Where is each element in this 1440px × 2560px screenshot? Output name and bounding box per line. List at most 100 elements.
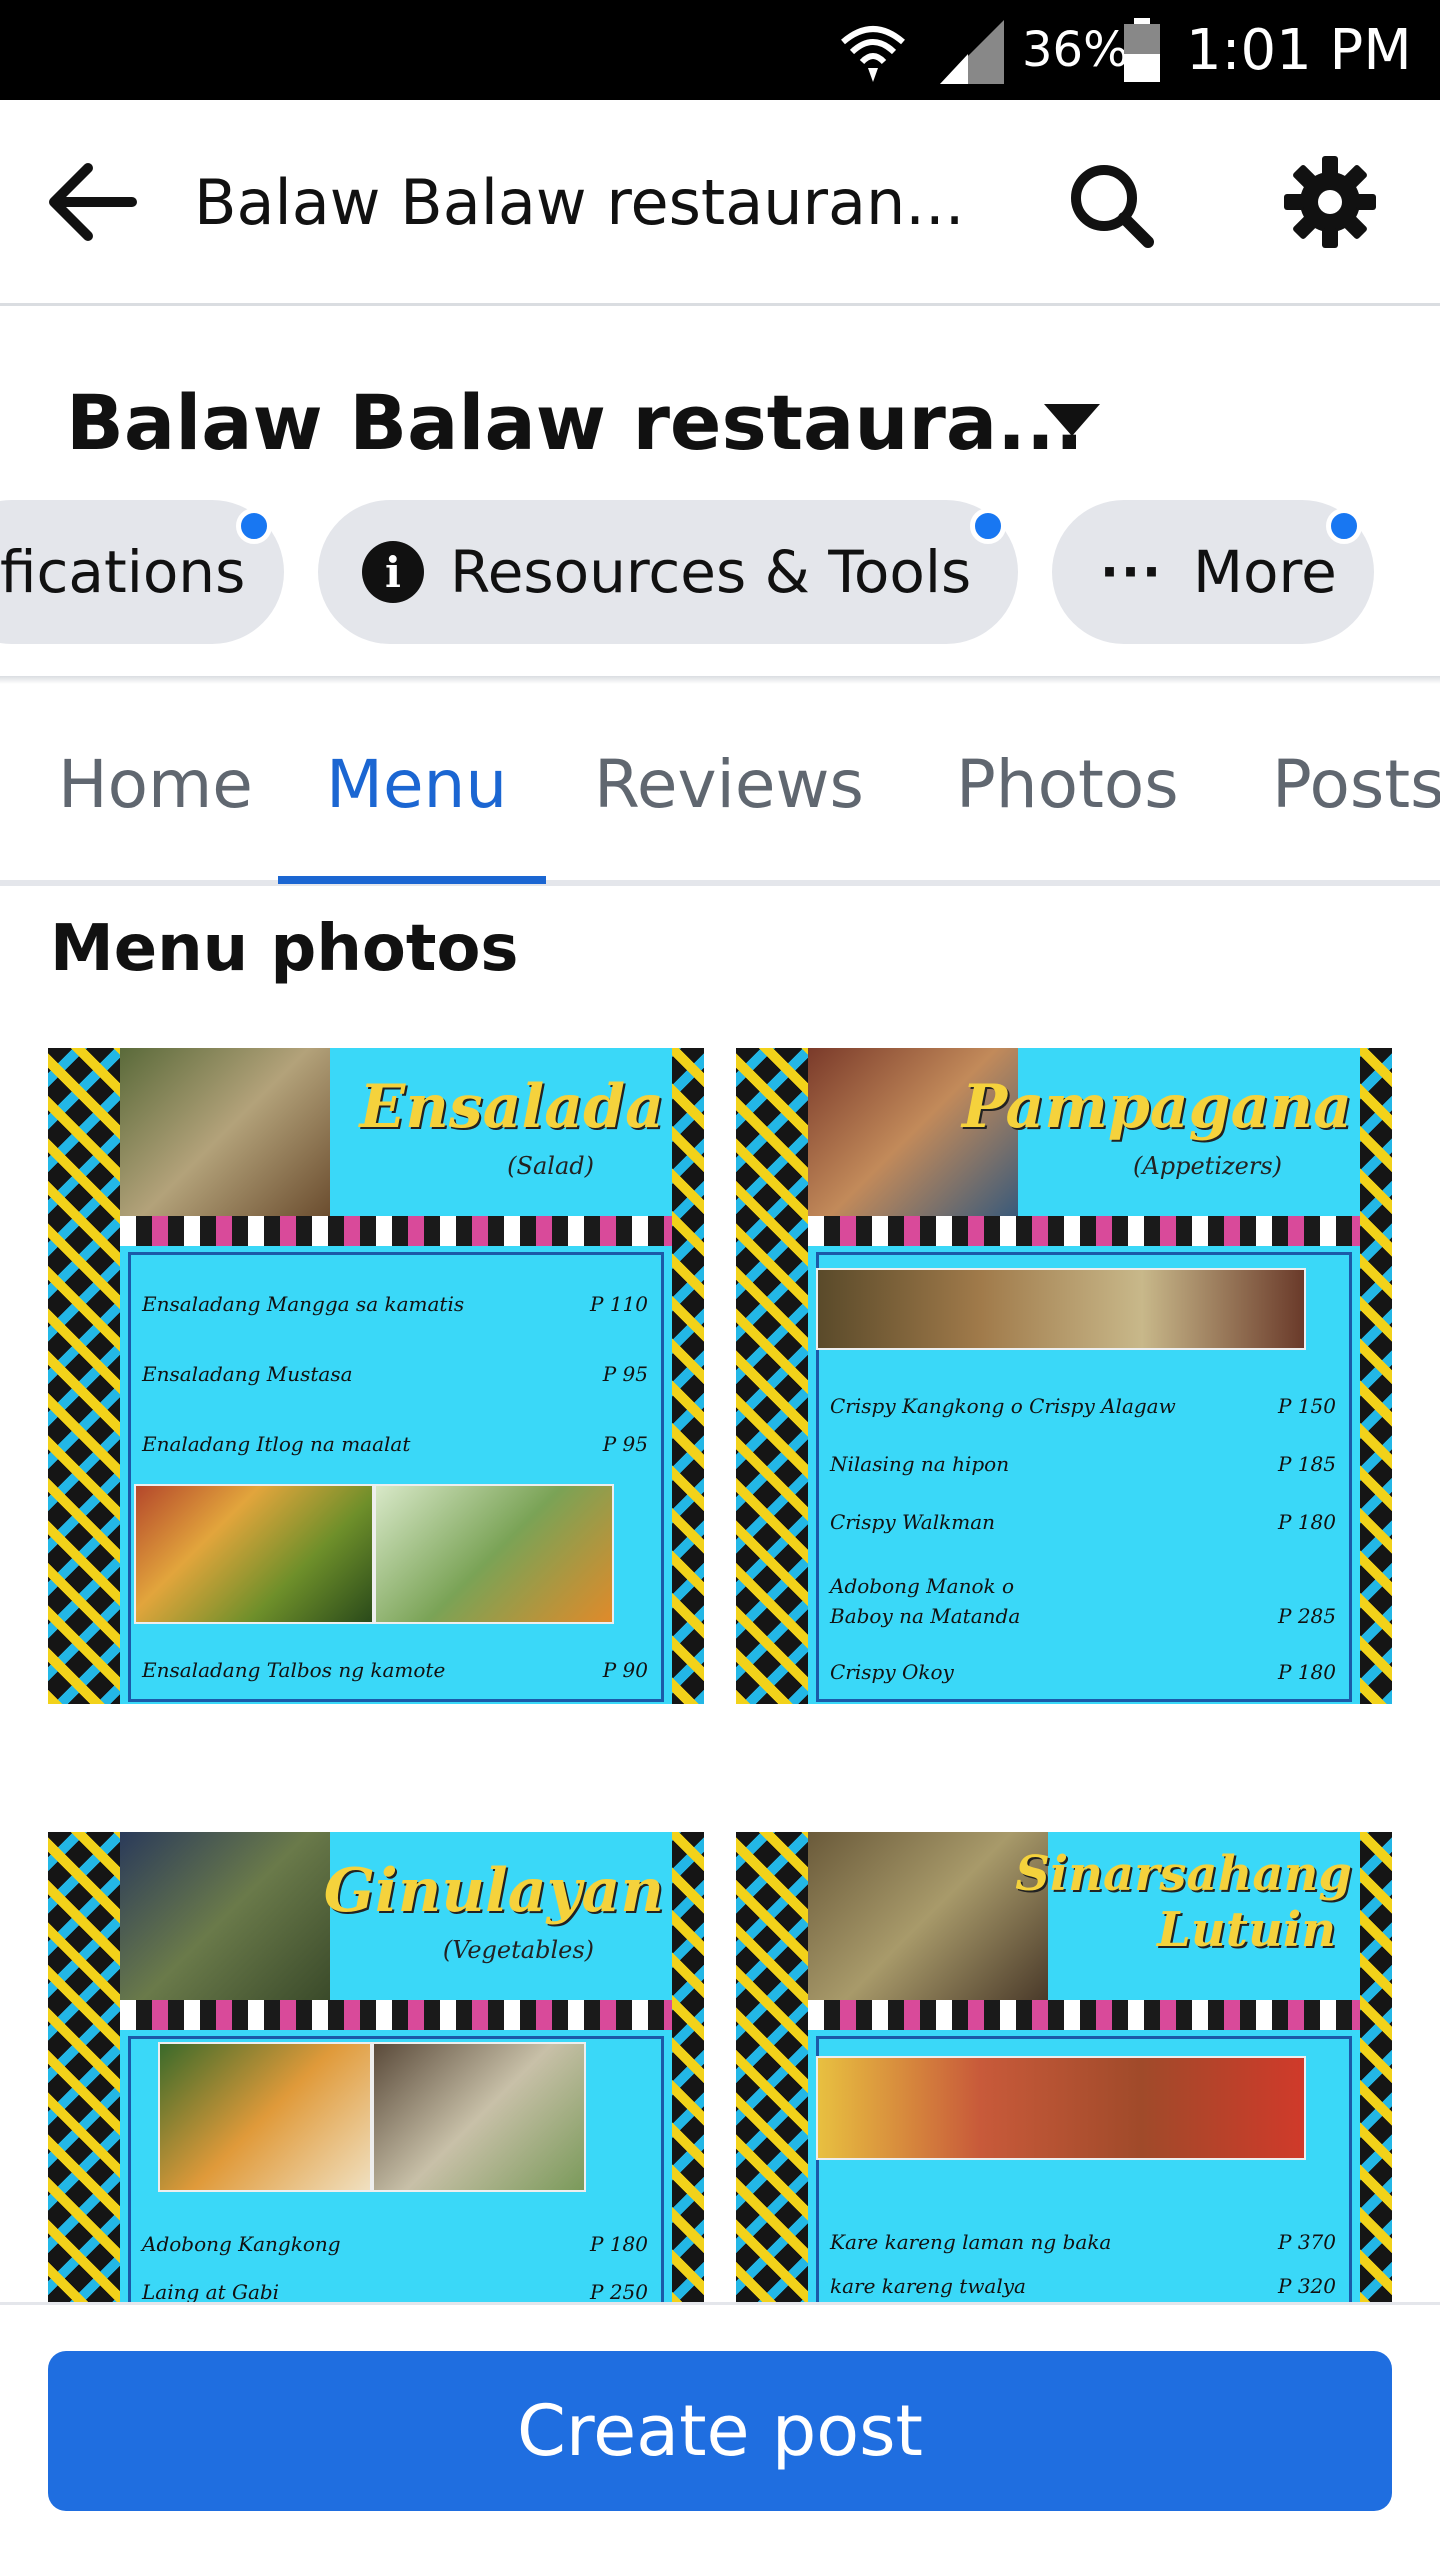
menu-row: Kare kareng laman ng baka P 370 — [830, 2230, 1350, 2254]
notification-dot — [1326, 508, 1362, 544]
decorative-band — [808, 1216, 1360, 1246]
menu-item-price: P 90 — [602, 1658, 648, 1682]
menu-item-name: Baboy na Matanda — [830, 1604, 1021, 1628]
wifi-icon — [838, 16, 908, 90]
menu-card-title: Ensalada — [359, 1072, 664, 1142]
tab-posts[interactable]: Posts — [1272, 746, 1440, 823]
chip-label: More — [1192, 538, 1337, 606]
menu-item-price: P 285 — [1278, 1604, 1336, 1628]
food-photo — [374, 1484, 614, 1624]
menu-item-name: Enaladang Itlog na maalat — [142, 1432, 411, 1456]
menu-item-price: P 185 — [1278, 1452, 1336, 1476]
menu-row: Ensaladang Mangga sa kamatis P 110 — [142, 1292, 662, 1316]
menu-row: Ensaladang Talbos ng kamote P 90 — [142, 1658, 662, 1682]
page-actions-row: fications i Resources & Tools ··· More — [0, 500, 1440, 650]
menu-item-name: Laing at Gabi — [142, 2280, 280, 2304]
notifications-chip[interactable]: fications — [0, 500, 284, 644]
menu-frame — [128, 1252, 664, 1702]
menu-row: Nilasing na hipon P 185 — [830, 1452, 1350, 1476]
menu-card-title-line2: Lutuin — [1157, 1902, 1336, 1958]
menu-row: Crispy Kangkong o Crispy Alagaw P 150 — [830, 1394, 1350, 1418]
menu-item-name: Adobong Manok o — [830, 1574, 1015, 1598]
gear-icon[interactable] — [1282, 154, 1378, 254]
menu-header-image — [120, 1048, 330, 1216]
menu-item-price: P 320 — [1278, 2274, 1336, 2298]
menu-item-price: P 180 — [1278, 1660, 1336, 1684]
menu-photo-pampagana[interactable]: Pampagana (Appetizers) Crispy Kangkong o… — [736, 1048, 1392, 1704]
menu-row: Adobong Kangkong P 180 — [142, 2232, 662, 2256]
menu-item-price: P 250 — [590, 2280, 648, 2304]
decorative-band — [808, 2000, 1360, 2030]
menu-row: Crispy Okoy P 180 — [830, 1660, 1350, 1684]
menu-row: Ensaladang Mustasa P 95 — [142, 1362, 662, 1386]
food-photo-strip — [816, 1268, 1306, 1350]
cell-signal-icon — [938, 20, 1006, 90]
menu-item-price: P 95 — [602, 1432, 648, 1456]
chip-label: fications — [0, 538, 246, 606]
menu-item-name: Adobong Kangkong — [142, 2232, 341, 2256]
tab-photos[interactable]: Photos — [956, 746, 1179, 823]
menu-item-name: Nilasing na hipon — [830, 1452, 1010, 1476]
menu-item-name: Crispy Okoy — [830, 1660, 954, 1684]
food-photo — [372, 2042, 586, 2192]
menu-card-title: Ginulayan — [323, 1856, 664, 1926]
tab-menu[interactable]: Menu — [326, 746, 507, 823]
menu-item-price: P 180 — [1278, 1510, 1336, 1534]
top-app-bar: Balaw Balaw restauran... — [0, 100, 1440, 306]
menu-item-name: kare kareng twalya — [830, 2274, 1026, 2298]
menu-row: Adobong Manok o — [830, 1574, 1350, 1598]
menu-photo-ensalada[interactable]: Ensalada (Salad) Ensaladang Mangga sa ka… — [48, 1048, 704, 1704]
menu-row: Baboy na Matanda P 285 — [830, 1604, 1350, 1628]
notification-dot — [970, 508, 1006, 544]
menu-item-name: Ensaladang Talbos ng kamote — [142, 1658, 446, 1682]
menu-item-price: P 370 — [1278, 2230, 1336, 2254]
back-arrow-icon[interactable] — [44, 160, 140, 248]
menu-row: kare kareng twalya P 320 — [830, 2274, 1350, 2298]
menu-card-title: Pampagana — [961, 1072, 1352, 1142]
more-chip[interactable]: ··· More — [1052, 500, 1374, 644]
menu-item-price: P 150 — [1278, 1394, 1336, 1418]
menu-item-name: Crispy Walkman — [830, 1510, 996, 1534]
menu-row: Crispy Walkman P 180 — [830, 1510, 1350, 1534]
menu-row: Enaladang Itlog na maalat P 95 — [142, 1432, 662, 1456]
app-bar-title: Balaw Balaw restauran... — [194, 166, 965, 239]
menu-card-subtitle: (Appetizers) — [1133, 1152, 1282, 1180]
food-photo — [134, 1484, 374, 1624]
header-divider — [0, 676, 1440, 684]
menu-item-price: P 110 — [590, 1292, 648, 1316]
active-tab-indicator — [278, 876, 546, 884]
decorative-band — [120, 1216, 672, 1246]
notification-dot — [236, 508, 272, 544]
menu-header-image — [120, 1832, 330, 2000]
tab-reviews[interactable]: Reviews — [594, 746, 864, 823]
menu-item-price: P 95 — [602, 1362, 648, 1386]
create-post-button[interactable]: Create post — [48, 2351, 1392, 2511]
page-tabs: Home Menu Reviews Photos Posts — [0, 686, 1440, 886]
menu-card-subtitle: (Vegetables) — [442, 1936, 594, 1964]
search-icon[interactable] — [1066, 160, 1156, 254]
decorative-band — [120, 2000, 672, 2030]
chip-label: Resources & Tools — [450, 538, 972, 606]
menu-item-price: P 180 — [590, 2232, 648, 2256]
page-name[interactable]: Balaw Balaw restaura... — [66, 378, 1084, 467]
menu-card-subtitle: (Salad) — [507, 1152, 594, 1180]
info-icon: i — [362, 541, 424, 603]
menu-item-name: Ensaladang Mangga sa kamatis — [142, 1292, 465, 1316]
battery-icon — [1122, 18, 1162, 88]
bottom-action-bar: Create post — [0, 2302, 1440, 2560]
food-photo-strip — [816, 2056, 1306, 2160]
resources-tools-chip[interactable]: i Resources & Tools — [318, 500, 1018, 644]
menu-item-name: Kare kareng laman ng baka — [830, 2230, 1112, 2254]
battery-percent: 36% — [1022, 22, 1129, 78]
more-dots-icon: ··· — [1100, 543, 1163, 601]
clock: 1:01 PM — [1186, 18, 1412, 83]
menu-card-title: Sinarsahang — [1015, 1846, 1352, 1902]
menu-photos-title: Menu photos — [50, 912, 519, 986]
page-switcher-caret-icon[interactable] — [1044, 404, 1100, 436]
menu-item-name: Crispy Kangkong o Crispy Alagaw — [830, 1394, 1176, 1418]
tab-home[interactable]: Home — [58, 746, 253, 823]
menu-header-image — [808, 1832, 1048, 2000]
menu-item-name: Ensaladang Mustasa — [142, 1362, 353, 1386]
menu-row: Laing at Gabi P 250 — [142, 2280, 662, 2304]
food-photo — [158, 2042, 372, 2192]
